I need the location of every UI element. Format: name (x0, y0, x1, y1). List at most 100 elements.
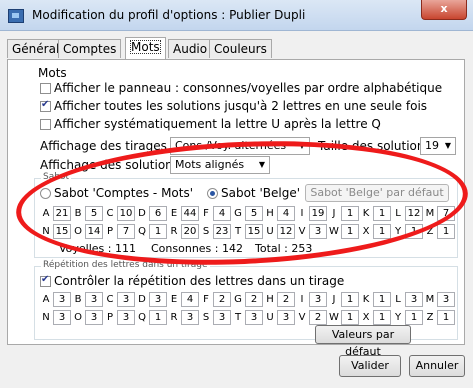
chevron-down-icon: ▼ (444, 141, 451, 150)
letter-label: U (266, 312, 274, 323)
letter-label: N (42, 226, 50, 237)
opt-solutions-label: Afficher toutes les solutions jusqu'à 2 … (54, 99, 428, 113)
letter-count-field[interactable]: 3 (277, 310, 295, 325)
letter-count-field[interactable]: 2 (213, 292, 231, 307)
letter-count-field[interactable]: 1 (373, 310, 391, 325)
opt-solutions-checkbox[interactable] (40, 99, 51, 112)
letter-count-field[interactable]: 3 (149, 292, 167, 307)
letter-label: C (106, 294, 114, 305)
letter-label: X (362, 226, 370, 237)
letter-label: T (234, 226, 242, 237)
letter-count-field[interactable]: 3 (117, 310, 135, 325)
letter-count-field[interactable]: 14 (85, 224, 103, 239)
letter-label: V (298, 226, 306, 237)
letter-count-field[interactable]: 2 (309, 310, 327, 325)
letter-count-field[interactable]: 1 (373, 292, 391, 307)
letter-count-field[interactable]: 3 (213, 310, 231, 325)
letter-count-field[interactable]: 3 (53, 310, 71, 325)
letter-count-field[interactable]: 1 (341, 206, 359, 221)
letter-count-field[interactable]: 3 (245, 310, 263, 325)
letter-count-field[interactable]: 4 (277, 206, 295, 221)
tab-audio[interactable]: Audio (168, 39, 213, 58)
app-icon (8, 9, 24, 23)
tab-mots[interactable]: Mots (125, 37, 166, 59)
letter-count-field[interactable]: 3 (309, 224, 327, 239)
letter-count-field[interactable]: 3 (181, 310, 199, 325)
title-bar[interactable]: Modification du profil d'options : Publi… (0, 0, 473, 31)
letter-label: N (42, 312, 50, 323)
letter-count-field[interactable]: 5 (85, 206, 103, 221)
letter-count-field[interactable]: 1 (405, 224, 423, 239)
letter-count-field[interactable]: 1 (373, 224, 391, 239)
radio-sabot-comptes[interactable] (40, 188, 51, 199)
tab-audio-label: Audio (173, 42, 208, 56)
letter-count-field[interactable]: 3 (53, 292, 71, 307)
letter-count-field[interactable]: 23 (213, 224, 231, 239)
letter-count-field[interactable]: 4 (213, 206, 231, 221)
dialog-client-area: Général Comptes Mots Audio Couleurs Mots… (0, 31, 473, 388)
letter-label: L (395, 208, 401, 219)
repetition-default-button[interactable]: Valeurs par défaut (315, 325, 411, 358)
letter-count-field[interactable]: 3 (117, 292, 135, 307)
letter-count-field[interactable]: 1 (437, 224, 455, 239)
letter-label: E (170, 294, 178, 305)
close-button[interactable]: x (421, 0, 467, 20)
letter-count-field[interactable]: 21 (53, 206, 71, 221)
chevron-down-icon: ▼ (298, 141, 305, 150)
repetition-checkbox[interactable] (40, 274, 51, 287)
tab-comptes[interactable]: Comptes (58, 39, 122, 58)
sabot-row-1: A 21 B 5 C 10 D 6 E 44 F 4 G 5 H 4 I 19 J 1 K 1 L 12 M 7 (39, 206, 455, 222)
letter-count-field[interactable]: 44 (181, 206, 199, 221)
letter-count-field[interactable]: 1 (341, 292, 359, 307)
letter-count-field[interactable]: 1 (149, 310, 167, 325)
letter-count-field[interactable]: 6 (149, 206, 167, 221)
sabot-row-2: N 15 O 14 P 7 Q 1 R 20 S 23 T 15 U 12 V 3 W 1 X 1 Y 1 Z 1 (39, 224, 455, 240)
tirages-select[interactable]: Cons./Voy. alternées ▼ (170, 137, 310, 155)
repetition-group-title: Répétition des lettres dans un tirage (41, 260, 210, 270)
letter-count-field[interactable]: 1 (437, 310, 455, 325)
letter-count-field[interactable]: 3 (85, 310, 103, 325)
opt-panneau-checkbox[interactable] (40, 83, 51, 94)
letter-count-field[interactable]: 19 (309, 206, 327, 221)
letter-count-field[interactable]: 12 (277, 224, 295, 239)
letter-label: H (266, 208, 274, 219)
solutions-label: Affichage des solutions (40, 158, 180, 172)
opt-panneau-label: Afficher le panneau : consonnes/voyelles… (54, 81, 443, 95)
letter-count-field[interactable]: 15 (245, 224, 263, 239)
letter-count-field[interactable]: 4 (181, 292, 199, 307)
validate-button[interactable]: Valider (339, 355, 401, 377)
letter-count-field[interactable]: 3 (309, 292, 327, 307)
letter-count-field[interactable]: 1 (341, 224, 359, 239)
letter-count-field[interactable]: 2 (245, 292, 263, 307)
radio-sabot-belge[interactable] (207, 188, 218, 199)
letter-count-field[interactable]: 7 (437, 206, 455, 221)
letter-label: P (106, 226, 114, 237)
letter-count-field[interactable]: 7 (117, 224, 135, 239)
letter-count-field[interactable]: 1 (373, 206, 391, 221)
letter-label: P (106, 312, 114, 323)
letter-count-field[interactable]: 1 (149, 224, 167, 239)
letter-count-field[interactable]: 10 (117, 206, 135, 221)
tab-couleurs[interactable]: Couleurs (209, 39, 272, 58)
cancel-button[interactable]: Annuler (409, 355, 465, 377)
tab-general[interactable]: Général (7, 39, 65, 58)
letter-count-field[interactable]: 5 (245, 206, 263, 221)
letter-count-field[interactable]: 1 (405, 310, 423, 325)
solutions-select[interactable]: Mots alignés ▼ (170, 156, 270, 174)
letter-count-field[interactable]: 20 (181, 224, 199, 239)
letter-label: B (74, 208, 82, 219)
letter-label: F (203, 208, 209, 219)
letter-count-field[interactable]: 1 (341, 310, 359, 325)
letter-count-field[interactable]: 12 (405, 206, 423, 221)
taille-select[interactable]: 19 ▼ (420, 137, 456, 155)
letter-count-field[interactable]: 2 (277, 292, 295, 307)
opt-lettre-u-checkbox[interactable] (40, 119, 51, 130)
window-title: Modification du profil d'options : Publi… (32, 8, 306, 22)
letter-count-field[interactable]: 15 (53, 224, 71, 239)
letter-count-field[interactable]: 3 (437, 292, 455, 307)
tab-comptes-label: Comptes (63, 42, 117, 56)
chevron-down-icon: ▼ (258, 160, 265, 169)
sabot-default-button[interactable]: Sabot 'Belge' par défaut (305, 184, 449, 202)
letter-count-field[interactable]: 3 (85, 292, 103, 307)
letter-count-field[interactable]: 3 (405, 292, 423, 307)
